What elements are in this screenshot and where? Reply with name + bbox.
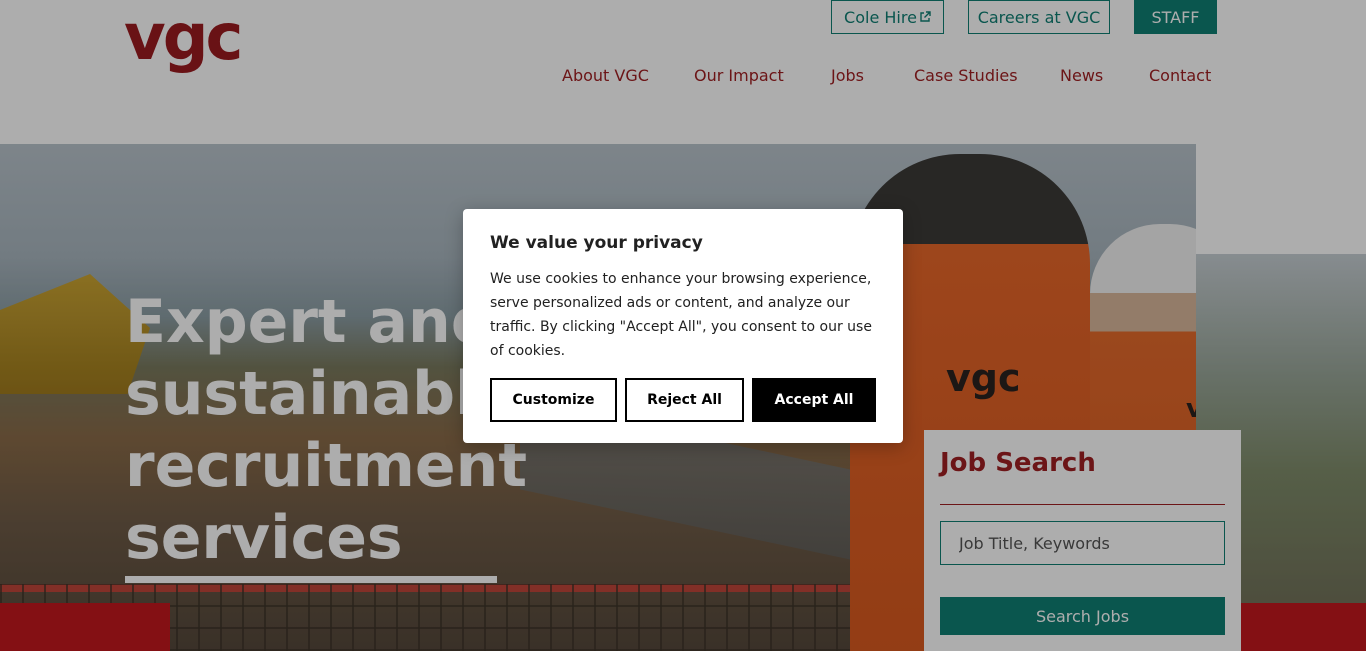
cookie-title: We value your privacy — [490, 233, 703, 253]
cookie-description: We use cookies to enhance your browsing … — [490, 271, 872, 359]
cookie-consent-dialog: We value your privacy We use cookies to … — [463, 209, 903, 443]
accept-all-button[interactable]: Accept All — [752, 378, 876, 422]
customize-button[interactable]: Customize — [490, 378, 617, 422]
reject-all-button[interactable]: Reject All — [625, 378, 744, 422]
